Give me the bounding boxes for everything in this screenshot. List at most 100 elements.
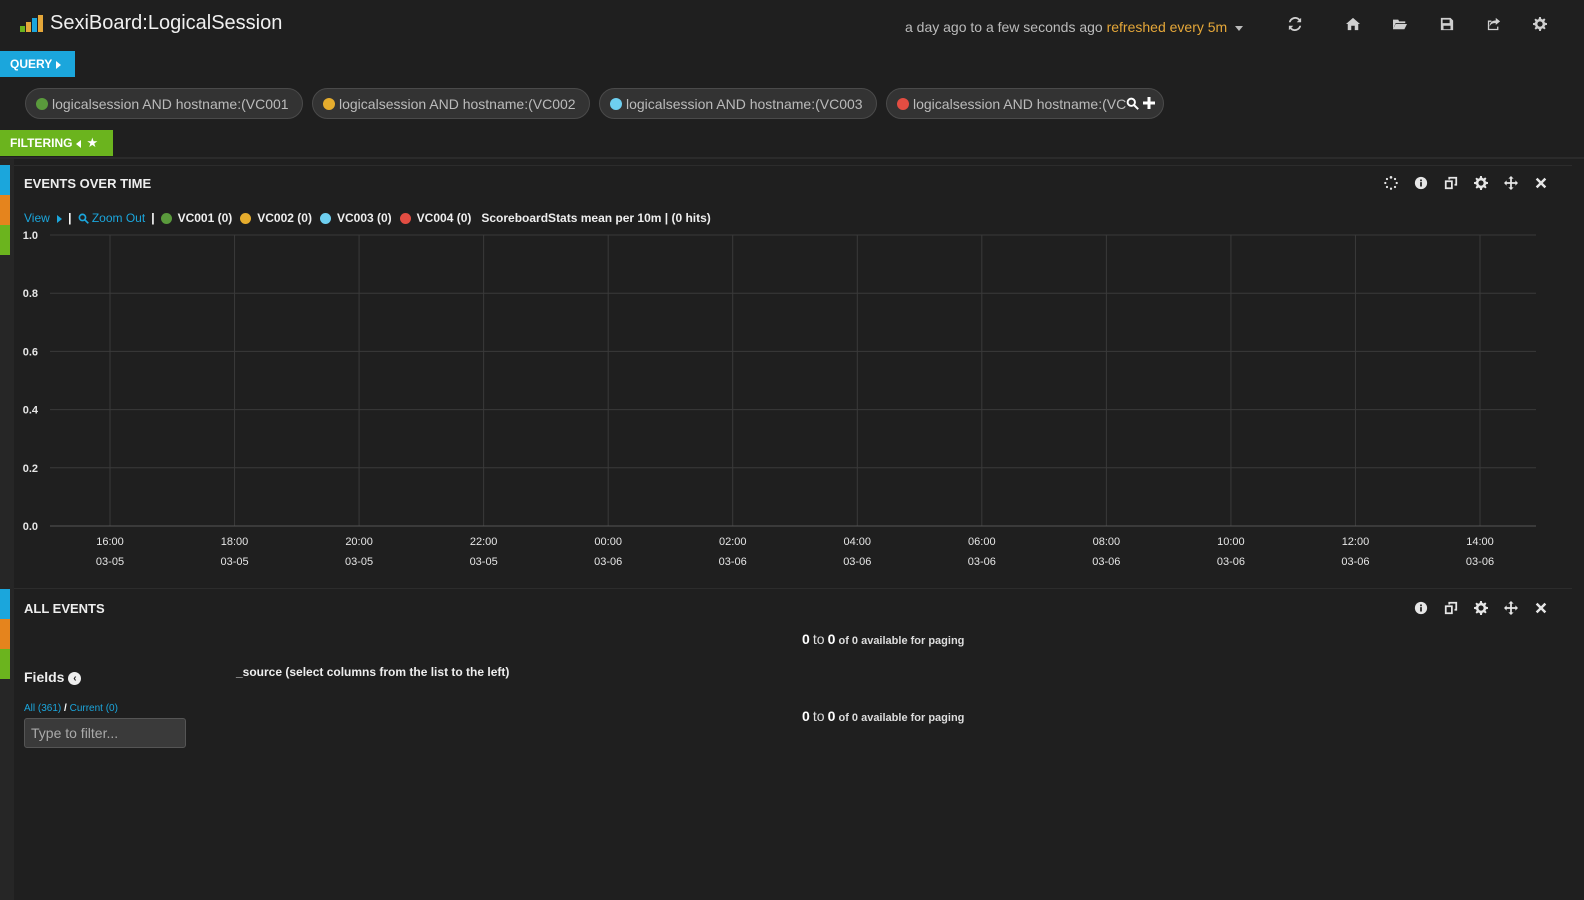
- legend-label: VC004 (0): [416, 211, 472, 225]
- legend-color-dot: [240, 212, 252, 224]
- chevron-down-icon: [1235, 25, 1244, 31]
- search-icon[interactable]: [1126, 97, 1140, 110]
- gear-icon[interactable]: [1474, 176, 1490, 192]
- dashboard-title: SexiBoard:LogicalSession: [50, 12, 283, 34]
- rail-segment-orange[interactable]: [0, 619, 10, 649]
- query-color-dot[interactable]: [897, 97, 909, 110]
- x-tick-time-label: 08:00: [1093, 536, 1121, 548]
- legend-item-vc002[interactable]: VC002 (0): [240, 211, 312, 225]
- legend-item-vc003[interactable]: VC003 (0): [319, 211, 392, 225]
- legend-item-vc001[interactable]: VC001 (0): [160, 211, 233, 225]
- caret-right-icon: [56, 60, 62, 69]
- panel-toolbar: [1384, 176, 1550, 192]
- info-icon[interactable]: [1414, 176, 1430, 192]
- y-tick-label: 0.2: [23, 463, 38, 475]
- save-icon[interactable]: [1437, 14, 1457, 34]
- zoom-out-link[interactable]: Zoom Out: [78, 211, 146, 225]
- x-tick-time-label: 14:00: [1466, 536, 1494, 548]
- query-color-dot[interactable]: [36, 97, 48, 110]
- rail-segment-orange[interactable]: [0, 195, 10, 225]
- view-menu-link[interactable]: View: [24, 211, 63, 225]
- query-actions: [1126, 97, 1163, 110]
- filtering-toggle-button[interactable]: FILTERING ★: [0, 130, 113, 156]
- x-tick-time-label: 22:00: [470, 536, 498, 548]
- zoom-out-label: Zoom Out: [91, 211, 146, 225]
- panel-title: ALL EVENTS: [24, 601, 105, 616]
- timespan-picker[interactable]: a day ago to a few seconds ago refreshed…: [905, 19, 1244, 35]
- gear-icon[interactable]: [1530, 14, 1550, 34]
- events-chart[interactable]: 0.0 0.2 0.4 0.6 0.8 1.0 16:00 03-05 18:00 03-05 20…: [14, 226, 1572, 576]
- legend-color-dot: [160, 212, 172, 224]
- rail-segment-blue[interactable]: [0, 165, 10, 195]
- rail-segment-green[interactable]: [0, 225, 10, 255]
- dashboard-logo-icon: [18, 14, 46, 34]
- caret-left-icon: [76, 139, 82, 148]
- x-tick-date-label: 03-06: [843, 556, 871, 568]
- x-tick-time-label: 10:00: [1217, 536, 1245, 548]
- legend-separator: |: [68, 211, 72, 225]
- y-tick-label: 1.0: [23, 230, 38, 242]
- x-tick-date-label: 03-05: [345, 556, 373, 568]
- query-pill-1[interactable]: logicalsession AND hostname:(VC001: [25, 88, 303, 119]
- field-links-separator: /: [64, 703, 67, 714]
- fields-title: Fields: [24, 669, 65, 685]
- fields-current-link[interactable]: Current (0): [70, 703, 118, 714]
- x-tick-time-label: 16:00: [96, 536, 124, 548]
- x-tick-time-label: 00:00: [594, 536, 622, 548]
- x-tick-date-label: 03-05: [470, 556, 498, 568]
- events-over-time-panel: EVENTS OVER TIME View | Zoom Out | VC001…: [14, 165, 1572, 580]
- refresh-icon[interactable]: [1285, 14, 1305, 34]
- paging-from: 0: [802, 631, 810, 647]
- x-tick-date-label: 03-06: [1466, 556, 1494, 568]
- duplicate-icon[interactable]: [1444, 601, 1460, 617]
- legend-item-vc004[interactable]: VC004 (0): [399, 211, 472, 225]
- query-pill-2[interactable]: logicalsession AND hostname:(VC002: [312, 88, 590, 119]
- add-query-icon[interactable]: [1143, 97, 1156, 109]
- paging-to-word: to: [812, 631, 825, 647]
- x-tick-time-label: 02:00: [719, 536, 747, 548]
- legend-color-dot: [319, 212, 331, 224]
- query-color-dot[interactable]: [610, 97, 622, 110]
- query-text: logicalsession AND hostname:(VC001: [52, 95, 289, 112]
- share-icon[interactable]: [1484, 14, 1504, 34]
- legend-label: VC002 (0): [257, 211, 312, 225]
- panel-toolbar: [1414, 601, 1550, 617]
- close-icon[interactable]: [1534, 176, 1550, 192]
- collapse-fields-icon[interactable]: ‹: [68, 671, 82, 685]
- query-toggle-label: QUERY: [10, 57, 53, 71]
- x-tick-time-label: 18:00: [221, 536, 249, 548]
- paging-to: 0: [827, 708, 836, 724]
- loading-spinner-icon: [1384, 176, 1400, 192]
- move-icon[interactable]: [1504, 601, 1520, 617]
- chart-legend: View | Zoom Out | VC001 (0) VC002 (0) VC…: [24, 211, 711, 225]
- timespan-text: a day ago to a few seconds ago: [905, 19, 1103, 35]
- move-icon[interactable]: [1504, 176, 1520, 192]
- query-pill-4[interactable]: logicalsession AND hostname:(VC: [886, 88, 1164, 119]
- query-color-dot[interactable]: [323, 97, 335, 110]
- brand[interactable]: SexiBoard:LogicalSession: [18, 12, 282, 35]
- star-icon[interactable]: ★: [86, 135, 98, 150]
- x-tick-date-label: 03-06: [1341, 556, 1369, 568]
- rail-segment-blue[interactable]: [0, 589, 10, 619]
- duplicate-icon[interactable]: [1444, 176, 1460, 192]
- zoom-out-icon: [78, 213, 89, 225]
- x-tick-date-label: 03-05: [96, 556, 124, 568]
- row-rail: [0, 159, 14, 900]
- x-tick-time-label: 04:00: [844, 536, 872, 548]
- home-icon[interactable]: [1343, 14, 1363, 34]
- gear-icon[interactable]: [1474, 601, 1490, 617]
- view-label: View: [24, 211, 50, 225]
- field-filter-input[interactable]: [24, 718, 186, 748]
- folder-open-icon[interactable]: [1390, 14, 1410, 34]
- close-icon[interactable]: [1534, 601, 1550, 617]
- info-icon[interactable]: [1414, 601, 1430, 617]
- query-pill-3[interactable]: logicalsession AND hostname:(VC003: [599, 88, 877, 119]
- x-tick-date-label: 03-06: [1217, 556, 1245, 568]
- fields-all-link[interactable]: All (361): [24, 703, 61, 714]
- query-toggle-button[interactable]: QUERY: [0, 51, 75, 77]
- legend-color-dot: [399, 212, 411, 224]
- paging-info-bottom: 0 to 0 of 0 available for paging: [802, 708, 964, 724]
- rail-segment-green[interactable]: [0, 649, 10, 679]
- legend-label: VC001 (0): [177, 211, 233, 225]
- paging-to: 0: [827, 631, 836, 647]
